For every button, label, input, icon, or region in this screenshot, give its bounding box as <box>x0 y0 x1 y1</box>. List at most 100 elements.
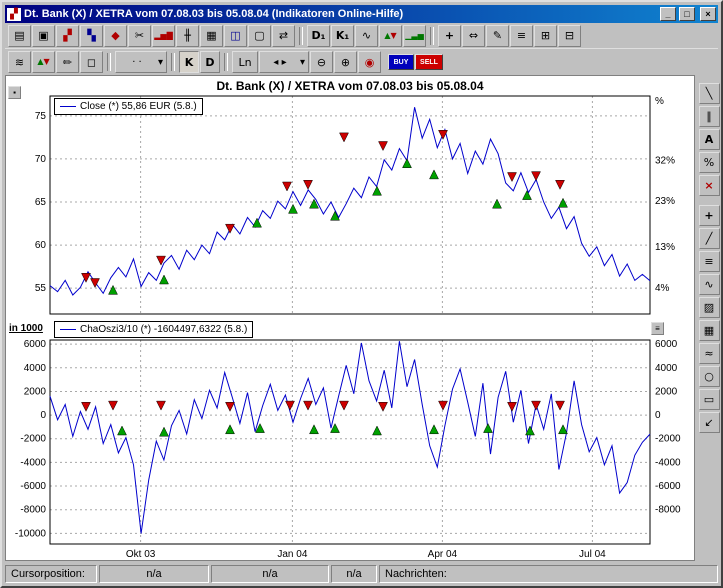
chart-area: Dt. Bank (X) / XETRA vom 07.08.03 bis 05… <box>5 75 695 561</box>
svg-text:4000: 4000 <box>24 363 47 374</box>
grid-tool-button[interactable]: ▦ <box>699 320 720 341</box>
cursor-position-label: Cursorposition: <box>5 565 97 583</box>
compare-chart-icon: ▞ <box>63 29 71 42</box>
save-icon: ◫ <box>230 29 240 42</box>
layout-button[interactable]: ⊟ <box>558 25 581 47</box>
sell-signal-label: SELL <box>420 59 438 66</box>
svg-text:Jan 04: Jan 04 <box>277 549 307 560</box>
line-style-dropdown[interactable]: · · ▾ <box>115 51 167 73</box>
ellipse-tool-button[interactable]: ○ <box>699 366 720 387</box>
save-button[interactable]: ◫ <box>224 25 247 47</box>
daily-period-button[interactable]: D₁ <box>307 25 330 47</box>
svg-text:70: 70 <box>35 154 47 165</box>
crosshair-tool-button[interactable]: + <box>699 205 720 226</box>
compare-chart-button[interactable]: ▞ <box>56 25 79 47</box>
fibonacci-tool-icon: ≡ <box>704 255 713 268</box>
weekly-period-button[interactable]: K₁ <box>331 25 354 47</box>
news-panel: Nachrichten: <box>379 565 718 583</box>
draw-button[interactable]: ✎ <box>486 25 509 47</box>
svg-text:-4000: -4000 <box>20 457 46 468</box>
zoom-range-button[interactable]: ◉ <box>358 51 381 73</box>
copy-button[interactable]: ▣ <box>32 25 55 47</box>
daily-mode-button[interactable]: D <box>200 51 220 73</box>
quote-table-button[interactable]: ▦ <box>200 25 223 47</box>
trendline-tool-icon: ╲ <box>706 87 713 100</box>
time-range-dropdown[interactable]: ◂ ▸ ▾ <box>259 51 309 73</box>
close-icon: × <box>705 9 710 19</box>
new-window-button[interactable]: ▢ <box>248 25 271 47</box>
signals-button[interactable]: ▲▼ <box>32 51 55 73</box>
notes-button[interactable]: ≡ <box>510 25 533 47</box>
zoom-in-button[interactable]: ⊕ <box>334 51 357 73</box>
log-scale-button[interactable]: Ln <box>232 51 258 73</box>
oscillator-settings-icon: ≡ <box>655 324 660 333</box>
arrange-button[interactable]: ⇄ <box>272 25 295 47</box>
text-tool-button[interactable]: A <box>699 129 720 150</box>
histogram-button[interactable]: ▁▃▅ <box>403 25 426 47</box>
overlay-chart-icon: ▚ <box>87 29 95 42</box>
price-oscillator-chart[interactable]: 757065605532%23%13%4%%6000400020000-2000… <box>6 76 694 560</box>
crosshair-button[interactable]: + <box>438 25 461 47</box>
regression-tool-button[interactable]: ╱ <box>699 228 720 249</box>
zigzag-button[interactable]: ≋ <box>8 51 31 73</box>
grid-view-icon: ⊞ <box>541 29 550 42</box>
erase-button[interactable]: ✏ <box>56 51 79 73</box>
ellipse-tool-icon: ○ <box>704 370 714 383</box>
maximize-icon: □ <box>684 9 689 19</box>
hatch-tool-button[interactable]: ▨ <box>699 297 720 318</box>
new-chart-button[interactable]: ▤ <box>8 25 31 47</box>
zoom-out-icon: ⊖ <box>317 56 326 69</box>
chart-window-icon: ◻ <box>87 56 96 69</box>
overlay-chart-button[interactable]: ▚ <box>80 25 103 47</box>
maximize-button[interactable]: □ <box>679 7 695 21</box>
wave-tool-icon: ≈ <box>704 347 713 360</box>
signal-chart-button[interactable]: ▲▼ <box>379 25 402 47</box>
percent-tool-button[interactable]: % <box>699 152 720 173</box>
status-bar: Cursorposition: n/a n/a n/a Nachrichten: <box>5 563 718 585</box>
fibonacci-tool-button[interactable]: ≡ <box>699 251 720 272</box>
quote-table-icon: ▦ <box>206 29 216 42</box>
svg-text:6000: 6000 <box>24 339 47 350</box>
pan-icon: ⇔ <box>469 29 478 42</box>
text-tool-icon: A <box>705 133 714 146</box>
notes-icon: ≡ <box>517 29 526 42</box>
rectangle-tool-button[interactable]: ▭ <box>699 389 720 410</box>
svg-text:-8000: -8000 <box>655 505 681 516</box>
candlestick-mode-button[interactable]: K <box>179 51 199 73</box>
wave-tool-button[interactable]: ≈ <box>699 343 720 364</box>
svg-text:65: 65 <box>35 197 47 208</box>
pin-button[interactable]: ◆ <box>104 25 127 47</box>
arrow-tool-button[interactable]: ↙ <box>699 412 720 433</box>
line-chart-button[interactable]: ╫ <box>176 25 199 47</box>
chart-window-button[interactable]: ◻ <box>80 51 103 73</box>
pan-button[interactable]: ⇔ <box>462 25 485 47</box>
buy-signal-button[interactable]: BUY <box>388 54 414 70</box>
svg-text:Okt 03: Okt 03 <box>126 549 156 560</box>
minimize-icon: _ <box>665 9 670 19</box>
zigzag-tool-button[interactable]: ∿ <box>699 274 720 295</box>
cut-button[interactable]: ✂ <box>128 25 151 47</box>
trendline-tool-button[interactable]: ╲ <box>699 83 720 104</box>
title-bar[interactable]: ▞ Dt. Bank (X) / XETRA vom 07.08.03 bis … <box>5 5 718 23</box>
svg-text:23%: 23% <box>655 196 675 207</box>
news-label: Nachrichten: <box>385 568 447 580</box>
delete-drawings-button[interactable]: × <box>699 175 720 196</box>
log-scale-label: Ln <box>238 56 251 69</box>
sell-signal-button[interactable]: SELL <box>415 54 443 70</box>
drawing-tools-palette: ╲ ∥ A % × + ╱ ≡ ∿ ▨ ▦ ≈ ○ ▭ ↙ <box>696 75 722 561</box>
pin-icon: ◆ <box>111 29 119 42</box>
zoom-out-button[interactable]: ⊖ <box>310 51 333 73</box>
grid-view-button[interactable]: ⊞ <box>534 25 557 47</box>
app-icon: ▞ <box>7 8 21 21</box>
grid-tool-icon: ▦ <box>704 324 714 337</box>
parallel-lines-tool-button[interactable]: ∥ <box>699 106 720 127</box>
oscillator-settings-button[interactable]: ≡ <box>651 322 664 335</box>
new-chart-icon: ▤ <box>14 29 24 42</box>
close-button[interactable]: × <box>700 7 716 21</box>
minimize-button[interactable]: _ <box>660 7 676 21</box>
bar-chart-button[interactable]: ▂▅▇ <box>152 25 175 47</box>
indicator-button[interactable]: ∿ <box>355 25 378 47</box>
time-range-arrows-icon: ◂ ▸ <box>263 57 297 68</box>
layout-icon: ⊟ <box>565 29 574 42</box>
draw-icon: ✎ <box>493 29 502 42</box>
